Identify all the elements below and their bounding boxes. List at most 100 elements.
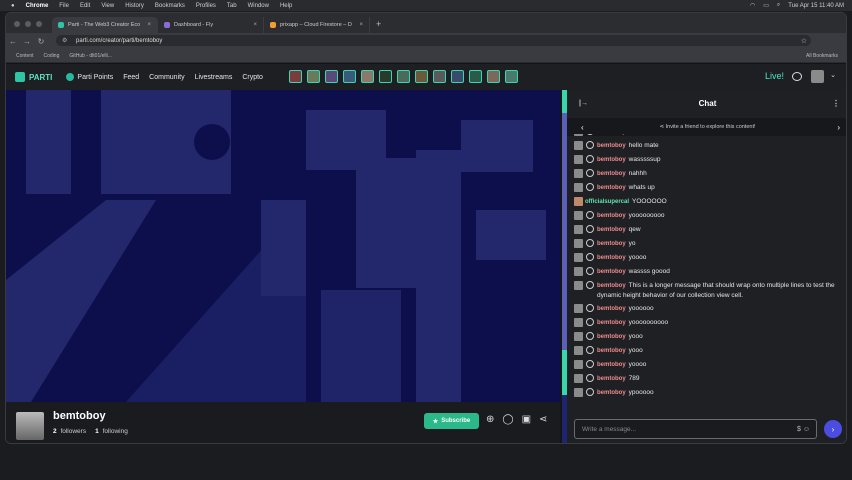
chat-username[interactable]: bemtoboy	[597, 348, 626, 354]
menu-tab[interactable]: Tab	[227, 3, 237, 9]
battery-icon[interactable]: ▭	[763, 2, 769, 9]
close-tab-icon[interactable]: ×	[359, 22, 363, 28]
creator-avatar[interactable]	[289, 70, 302, 83]
menu-view[interactable]: View	[101, 3, 114, 9]
menubar-clock[interactable]: Tue Apr 15 11:40 AM	[788, 3, 844, 9]
chat-username[interactable]: bemtoboy	[597, 171, 626, 177]
chevron-down-icon[interactable]: ⌄	[830, 71, 836, 79]
creator-avatar[interactable]	[397, 70, 410, 83]
bookmark-github[interactable]: GitHub - dlt01/elli...	[69, 53, 112, 59]
creator-name[interactable]: bemtoboy	[53, 410, 106, 422]
creator-avatar[interactable]	[361, 70, 374, 83]
chevron-right-icon[interactable]: ›	[837, 123, 840, 132]
video-player[interactable]	[6, 90, 560, 402]
chat-user-avatar[interactable]	[574, 169, 583, 178]
gift-icon[interactable]: ▣	[522, 414, 531, 425]
chat-user-avatar[interactable]	[574, 304, 583, 313]
nav-feed[interactable]: Feed	[123, 74, 139, 81]
creator-avatar[interactable]	[415, 70, 428, 83]
chat-username[interactable]: officialsupercal	[585, 199, 629, 205]
creator-avatar[interactable]	[343, 70, 356, 83]
collapse-chat-icon[interactable]: |→	[579, 100, 588, 107]
chat-username[interactable]: bemtoboy	[597, 334, 626, 340]
chat-username[interactable]: bemtoboy	[597, 362, 626, 368]
more-options-icon[interactable]: ⋮	[832, 99, 840, 108]
chat-user-avatar[interactable]	[574, 332, 583, 341]
menu-window[interactable]: Window	[248, 3, 269, 9]
chat-user-avatar[interactable]	[574, 253, 583, 262]
following-label[interactable]: following	[103, 428, 128, 435]
creator-avatar[interactable]	[307, 70, 320, 83]
tab-dashboard[interactable]: Dashboard - Fly ×	[158, 17, 264, 33]
chat-username[interactable]: bemtoboy	[597, 283, 626, 289]
chat-message-input[interactable]: Write a message... $ ☺	[574, 419, 817, 439]
emoji-icon[interactable]: $ ☺	[797, 426, 810, 433]
menu-profiles[interactable]: Profiles	[196, 3, 216, 9]
add-user-icon[interactable]: ⊕	[486, 414, 494, 425]
bookmark-content[interactable]: Content	[16, 53, 34, 59]
chat-user-avatar[interactable]	[574, 225, 583, 234]
nav-crypto[interactable]: Crypto	[242, 74, 263, 81]
close-window-button[interactable]	[14, 21, 20, 27]
chat-user-avatar[interactable]	[574, 281, 583, 290]
share-icon[interactable]: ⋖	[539, 414, 547, 425]
chat-username[interactable]: bemtoboy	[597, 306, 626, 312]
menubar-app-name[interactable]: Chrome	[26, 3, 49, 9]
bookmark-coding[interactable]: Coding	[44, 53, 60, 59]
creator-avatar[interactable]	[433, 70, 446, 83]
nav-community[interactable]: Community	[149, 74, 184, 81]
chat-username[interactable]: bemtoboy	[597, 241, 626, 247]
followers-label[interactable]: followers	[60, 428, 86, 435]
url-field[interactable]: ⚙ parti.com/creator/parti/bemtoboy ☆	[56, 35, 811, 46]
back-icon[interactable]: ←	[6, 37, 20, 46]
chat-user-avatar[interactable]	[574, 388, 583, 397]
chat-username[interactable]: bemtoboy	[597, 143, 626, 149]
nav-livestreams[interactable]: Livestreams	[195, 74, 233, 81]
chat-username[interactable]: bemtoboy	[597, 213, 626, 219]
menu-file[interactable]: File	[59, 3, 69, 9]
chat-user-avatar[interactable]	[574, 141, 583, 150]
chat-user-avatar[interactable]	[574, 197, 583, 206]
creator-avatar[interactable]	[16, 412, 44, 440]
all-bookmarks[interactable]: All Bookmarks	[806, 53, 838, 59]
close-tab-icon[interactable]: ×	[253, 22, 257, 28]
chat-user-avatar[interactable]	[574, 374, 583, 383]
close-tab-icon[interactable]: ×	[147, 22, 151, 28]
chat-username[interactable]: bemtoboy	[597, 320, 626, 326]
subscribe-button[interactable]: ★ Subscribe	[424, 413, 479, 429]
chat-user-avatar[interactable]	[574, 211, 583, 220]
zoom-window-button[interactable]	[36, 21, 42, 27]
wifi-icon[interactable]: ◠	[750, 2, 755, 9]
chat-username[interactable]: bemtoboy	[597, 255, 626, 261]
chat-user-avatar[interactable]	[574, 267, 583, 276]
chat-username[interactable]: bemtoboy	[597, 134, 626, 135]
chat-bubble-icon[interactable]: ◯	[502, 414, 513, 425]
chat-username[interactable]: bemtoboy	[597, 376, 626, 382]
reload-icon[interactable]: ↻	[34, 37, 48, 46]
creator-avatar[interactable]	[379, 70, 392, 83]
user-avatar[interactable]	[811, 70, 824, 83]
parti-logo[interactable]: PARTI	[15, 72, 52, 82]
minimize-window-button[interactable]	[25, 21, 31, 27]
chat-user-avatar[interactable]	[574, 239, 583, 248]
creator-avatar[interactable]	[451, 70, 464, 83]
invite-text[interactable]: Invite a friend to explore this content!	[666, 124, 756, 130]
bookmark-star-icon[interactable]: ☆	[801, 37, 807, 45]
menu-help[interactable]: Help	[280, 3, 292, 9]
chat-username[interactable]: bemtoboy	[597, 390, 626, 396]
tab-firestore[interactable]: prixapp – Cloud Firestore – D ×	[264, 17, 370, 33]
new-tab-button[interactable]: +	[370, 19, 387, 33]
chat-user-avatar[interactable]	[574, 346, 583, 355]
chat-user-avatar[interactable]	[574, 155, 583, 164]
chat-username[interactable]: bemtoboy	[597, 227, 626, 233]
menu-history[interactable]: History	[125, 3, 144, 9]
send-button[interactable]: ›	[824, 420, 842, 438]
live-indicator[interactable]: Live!	[765, 71, 784, 81]
forward-icon[interactable]: →	[20, 37, 34, 46]
followers-count[interactable]: 2	[53, 428, 57, 435]
following-count[interactable]: 1	[95, 428, 99, 435]
creator-avatar[interactable]	[505, 70, 518, 83]
tab-parti[interactable]: Parti - The Web3 Creator Eco ×	[52, 17, 158, 33]
menu-edit[interactable]: Edit	[80, 3, 90, 9]
search-icon[interactable]: ⌕	[777, 2, 780, 9]
